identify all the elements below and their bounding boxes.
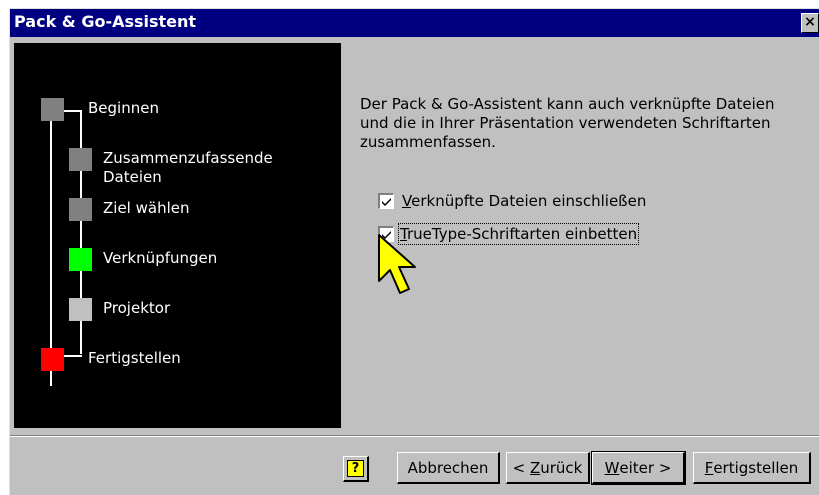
step-tree-line	[50, 110, 52, 386]
back-button-label: urück	[540, 458, 583, 477]
checkbox-linked-files-label: Verknüpfte Dateien einschließen	[402, 192, 646, 210]
label-rest: rueType-Schriftarten einbetten	[406, 225, 638, 243]
mnemonic-v: V	[402, 192, 412, 210]
step-label-projektor: Projektor	[103, 299, 171, 317]
step-marker-fertigstellen	[41, 348, 64, 371]
step-marker-beginnen	[41, 98, 64, 121]
description-text: Der Pack & Go-Assistent kann auch verknü…	[360, 95, 775, 151]
next-button[interactable]: Weiter >	[591, 451, 686, 485]
help-button[interactable]: ?	[343, 456, 369, 482]
help-icon: ?	[347, 460, 364, 477]
back-button-prefix: <	[512, 458, 530, 477]
checkbox-linked-files[interactable]	[378, 193, 394, 209]
title-bar[interactable]: Pack & Go-Assistent ×	[10, 9, 819, 37]
next-button-label: eiter >	[619, 458, 672, 477]
close-icon[interactable]: ×	[801, 13, 819, 33]
footer-divider-highlight	[10, 436, 819, 437]
back-button-mnemonic: Z	[529, 458, 541, 477]
step-label-dateien: Zusammenzufassende Dateien	[103, 149, 273, 186]
finish-button[interactable]: Fertigstellen	[693, 452, 811, 484]
step-label-beginnen: Beginnen	[88, 99, 159, 117]
step-label-fertigstellen: Fertigstellen	[88, 349, 181, 367]
step-marker-ziel	[69, 198, 92, 221]
cancel-button[interactable]: Abbrechen	[397, 452, 500, 484]
checkmark-icon	[382, 198, 391, 206]
arrow-cursor-icon	[378, 234, 416, 294]
finish-button-label: ertigstellen	[713, 458, 799, 477]
checkbox-linked-files-row[interactable]: Verknüpfte Dateien einschließen	[378, 191, 646, 211]
next-button-mnemonic: W	[604, 458, 620, 477]
pack-and-go-dialog: Pack & Go-Assistent × Beginnen Zusammenz…	[9, 8, 819, 495]
step-label-verknuepfungen: Verknüpfungen	[103, 249, 218, 267]
step-marker-verknuepfungen	[69, 248, 92, 271]
cancel-button-label: Abbrechen	[407, 458, 489, 477]
label-rest: erknüpfte Dateien einschließen	[411, 192, 647, 210]
step-marker-projektor	[69, 298, 92, 321]
checkbox-truetype-label: TrueType-Schriftarten einbetten	[397, 223, 640, 245]
step-label-ziel: Ziel wählen	[103, 199, 190, 217]
wizard-steps-panel: Beginnen Zusammenzufassende Dateien Ziel…	[14, 43, 341, 428]
window-title: Pack & Go-Assistent	[14, 12, 197, 31]
back-button[interactable]: < Zurück	[506, 452, 590, 484]
finish-button-mnemonic: F	[704, 458, 714, 477]
step-marker-dateien	[69, 148, 92, 171]
